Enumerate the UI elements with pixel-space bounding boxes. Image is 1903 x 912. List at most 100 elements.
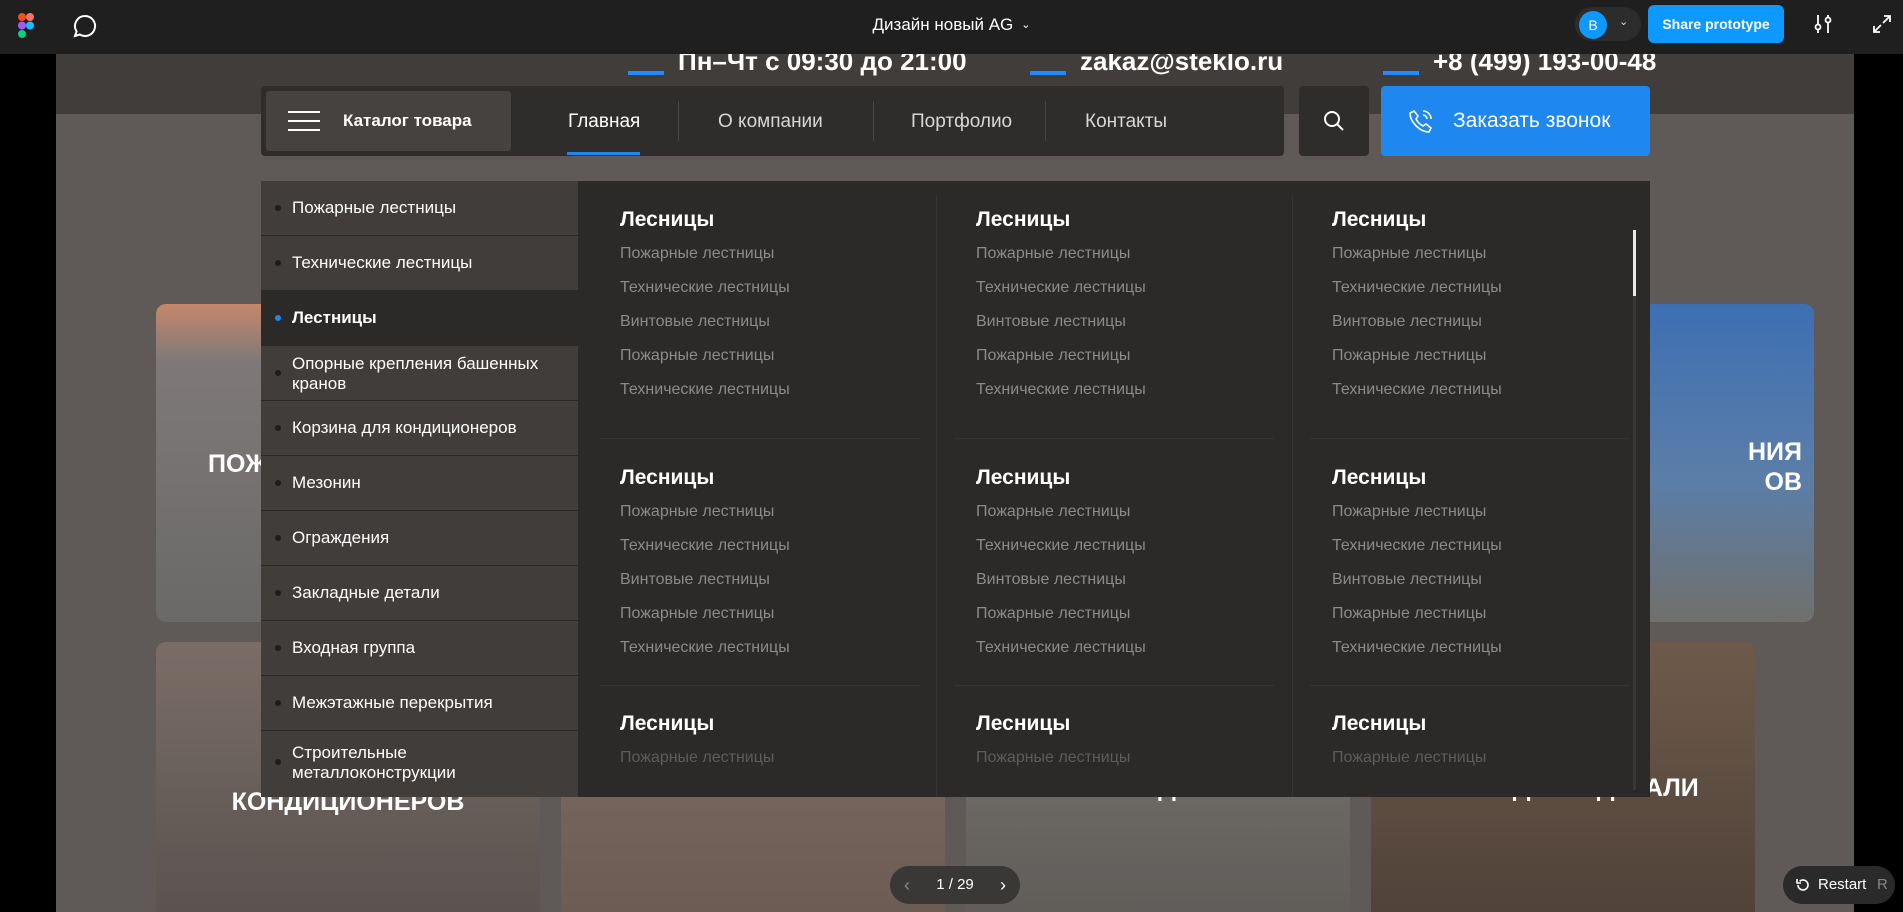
nav-contacts[interactable]: Контакты: [1085, 111, 1167, 133]
submenu-link[interactable]: Винтовые лестницы: [976, 568, 1146, 592]
column-divider: [1292, 195, 1293, 797]
category-item[interactable]: Корзина для кондиционеров: [261, 401, 578, 456]
submenu-link[interactable]: Технические лестницы: [620, 534, 790, 558]
chevron-down-icon: ⌄: [1021, 19, 1031, 31]
submenu-link[interactable]: Пожарные лестницы: [1332, 242, 1502, 266]
clock-icon: [628, 71, 664, 76]
submenu-group-title[interactable]: Лесницы: [976, 208, 1146, 232]
submenu-link[interactable]: Пожарные лестницы: [1332, 746, 1486, 770]
submenu-link[interactable]: Пожарные лестницы: [1332, 344, 1502, 368]
category-item[interactable]: Пожарные лестницы: [261, 181, 578, 236]
mail-icon: [1030, 71, 1066, 76]
shortcut-key: R: [1877, 876, 1888, 893]
submenu-link[interactable]: Пожарные лестницы: [976, 242, 1146, 266]
submenu-link[interactable]: Винтовые лестницы: [976, 310, 1146, 334]
request-call-button[interactable]: Заказать звонок: [1381, 86, 1650, 156]
submenu-link[interactable]: Винтовые лестницы: [620, 310, 790, 334]
submenu-link[interactable]: Винтовые лестницы: [1332, 568, 1502, 592]
submenu-link[interactable]: Пожарные лестницы: [1332, 602, 1502, 626]
submenu-group-title[interactable]: Лесницы: [1332, 466, 1502, 490]
phone-icon: [1383, 71, 1419, 76]
submenu-group-title[interactable]: Лесницы: [620, 712, 774, 736]
catalog-button[interactable]: Каталог товара: [266, 91, 511, 151]
row-divider: [600, 438, 920, 439]
submenu-group-title[interactable]: Лесницы: [976, 712, 1130, 736]
submenu-link[interactable]: Технические лестницы: [976, 276, 1146, 300]
submenu-scrollbar-track[interactable]: [1633, 230, 1636, 790]
row-divider: [954, 438, 1274, 439]
category-item[interactable]: Закладные детали: [261, 566, 578, 621]
submenu-link[interactable]: Пожарные лестницы: [620, 242, 790, 266]
chevron-right-icon[interactable]: ›: [1000, 875, 1006, 896]
submenu-group-title[interactable]: Лесницы: [1332, 208, 1502, 232]
email-contact[interactable]: zakaz@steklo.ru: [1030, 54, 1283, 77]
submenu-link[interactable]: Пожарные лестницы: [976, 500, 1146, 524]
phone-call-icon: [1409, 109, 1433, 133]
row-divider: [1310, 685, 1630, 686]
submenu-group: Лесницы Пожарные лестницы Технические ле…: [620, 466, 790, 660]
submenu-link[interactable]: Технические лестницы: [1332, 534, 1502, 558]
catalog-category-list: Пожарные лестницы Технические лестницы Л…: [261, 181, 578, 797]
submenu-link[interactable]: Технические лестницы: [976, 378, 1146, 402]
column-divider: [936, 195, 937, 797]
figma-toolbar: Дизайн новый AG ⌄ B ⌄ Share prototype: [0, 0, 1903, 54]
share-prototype-button[interactable]: Share prototype: [1648, 5, 1784, 43]
submenu-link[interactable]: Технические лестницы: [620, 378, 790, 402]
search-button[interactable]: [1299, 86, 1369, 156]
submenu-group-title[interactable]: Лесницы: [1332, 712, 1486, 736]
submenu-link[interactable]: Пожарные лестницы: [976, 344, 1146, 368]
expand-icon[interactable]: [1872, 14, 1892, 34]
submenu-link[interactable]: Технические лестницы: [620, 276, 790, 300]
category-item[interactable]: Межэтажные перекрытия: [261, 676, 578, 731]
submenu-group: Лесницы Пожарные лестницы Технические ле…: [1332, 208, 1502, 402]
category-item[interactable]: Строительные металлоконструкции: [261, 731, 578, 797]
submenu-group: Лесницы Пожарные лестницы Технические ле…: [1332, 466, 1502, 660]
settings-sliders-icon[interactable]: [1812, 13, 1834, 35]
category-item[interactable]: Технические лестницы: [261, 236, 578, 291]
submenu-link[interactable]: Винтовые лестницы: [1332, 310, 1502, 334]
submenu-group-title[interactable]: Лесницы: [620, 208, 790, 232]
submenu-group-title[interactable]: Лесницы: [620, 466, 790, 490]
category-item[interactable]: Опорные крепления башенных кранов: [261, 346, 578, 401]
working-hours: Пн–Чт с 09:30 до 21:00: [628, 54, 967, 77]
nav-about[interactable]: О компании: [718, 111, 823, 133]
submenu-group: Лесницы Пожарные лестницы Технические ле…: [620, 208, 790, 402]
submenu-group-title[interactable]: Лесницы: [976, 466, 1146, 490]
submenu-link[interactable]: Технические лестницы: [976, 534, 1146, 558]
nav-portfolio[interactable]: Портфолио: [911, 111, 1012, 133]
catalog-submenu-panel: Лесницы Пожарные лестницы Технические ле…: [578, 181, 1650, 797]
submenu-group: Лесницы Пожарные лестницы Технические ле…: [976, 208, 1146, 402]
menu-icon: [288, 111, 320, 131]
submenu-link[interactable]: Винтовые лестницы: [620, 568, 790, 592]
row-divider: [600, 685, 920, 686]
submenu-link[interactable]: Пожарные лестницы: [620, 602, 790, 626]
avatar-menu[interactable]: B ⌄: [1575, 7, 1641, 41]
submenu-link[interactable]: Пожарные лестницы: [620, 500, 790, 524]
submenu-group: Лесницы Пожарные лестницы: [1332, 712, 1486, 770]
submenu-link[interactable]: Пожарные лестницы: [976, 602, 1146, 626]
nav-divider: [678, 101, 679, 141]
phone-contact[interactable]: +8 (499) 193-00-48: [1383, 54, 1656, 77]
category-item[interactable]: Ограждения: [261, 511, 578, 566]
restart-icon: [1796, 879, 1809, 891]
main-navbar: Каталог товара Главная О компании Портфо…: [261, 86, 1284, 156]
submenu-group: Лесницы Пожарные лестницы: [620, 712, 774, 770]
nav-home[interactable]: Главная: [568, 111, 640, 133]
submenu-link[interactable]: Пожарные лестницы: [620, 344, 790, 368]
submenu-link[interactable]: Пожарные лестницы: [620, 746, 774, 770]
restart-button[interactable]: Restart R: [1783, 866, 1895, 904]
submenu-link[interactable]: Технические лестницы: [976, 636, 1146, 660]
category-item[interactable]: Входная группа: [261, 621, 578, 676]
category-item-active[interactable]: Лестницы: [261, 291, 578, 346]
submenu-link[interactable]: Технические лестницы: [1332, 636, 1502, 660]
submenu-link[interactable]: Технические лестницы: [620, 636, 790, 660]
submenu-link[interactable]: Технические лестницы: [1332, 276, 1502, 300]
nav-divider: [1045, 101, 1046, 141]
submenu-link[interactable]: Технические лестницы: [1332, 378, 1502, 402]
category-item[interactable]: Мезонин: [261, 456, 578, 511]
submenu-scrollbar-thumb[interactable]: [1633, 230, 1636, 296]
nav-divider: [873, 101, 874, 141]
submenu-link[interactable]: Пожарные лестницы: [976, 746, 1130, 770]
row-divider: [954, 685, 1274, 686]
submenu-link[interactable]: Пожарные лестницы: [1332, 500, 1502, 524]
